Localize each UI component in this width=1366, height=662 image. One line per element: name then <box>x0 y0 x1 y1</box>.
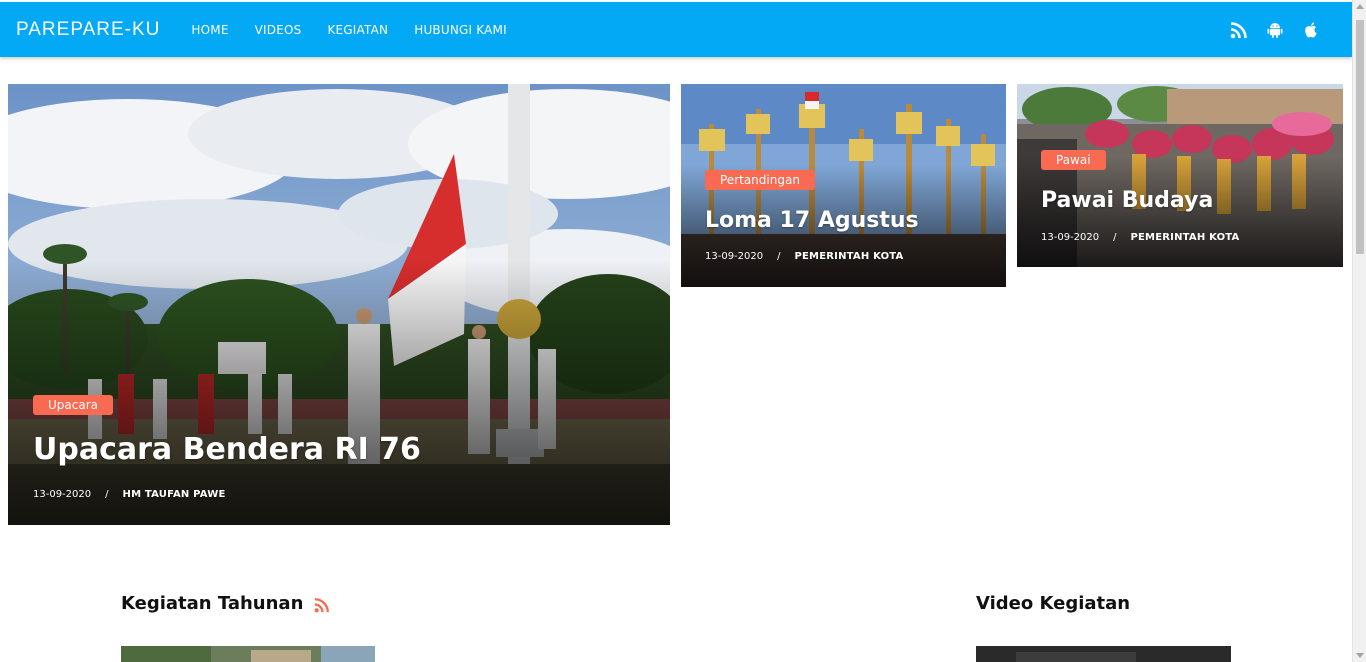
card-title[interactable]: Upacara Bendera RI 76 <box>33 432 421 467</box>
annual-activity-thumbnail[interactable] <box>121 646 375 662</box>
nav-home[interactable]: HOME <box>191 23 228 37</box>
post-author[interactable]: PEMERINTAH KOTA <box>795 251 904 262</box>
meta-separator: / <box>105 489 109 500</box>
card-title[interactable]: Loma 17 Agustus <box>705 208 919 233</box>
scrollbar-thumb[interactable] <box>1356 20 1364 254</box>
post-date: 13-09-2020 <box>33 489 92 500</box>
page-scrollbar[interactable] <box>1352 0 1366 662</box>
rss-icon[interactable] <box>314 597 330 613</box>
card-meta: 13-09-2020 / PEMERINTAH KOTA <box>705 251 903 262</box>
card-meta: 13-09-2020 / HM TAUFAN PAWE <box>33 489 226 500</box>
apple-icon[interactable] <box>1302 21 1320 39</box>
site-brand[interactable]: PAREPARE-KU <box>16 19 160 41</box>
image-overlay <box>8 260 670 525</box>
featured-main-card[interactable]: Upacara Upacara Bendera RI 76 13-09-2020… <box>8 84 670 525</box>
category-tag[interactable]: Upacara <box>33 395 113 415</box>
post-author[interactable]: HM TAUFAN PAWE <box>123 489 226 500</box>
post-author[interactable]: PEMERINTAH KOTA <box>1131 232 1240 243</box>
post-date: 13-09-2020 <box>1041 232 1100 243</box>
category-tag[interactable]: Pertandingan <box>705 170 815 190</box>
video-thumbnail[interactable] <box>976 646 1231 662</box>
nav-videos[interactable]: VIDEOS <box>255 23 302 37</box>
rss-icon[interactable] <box>1230 21 1248 39</box>
post-date: 13-09-2020 <box>705 251 764 262</box>
nav-kegiatan[interactable]: KEGIATAN <box>327 23 388 37</box>
featured-side-card-1[interactable]: Pertandingan Loma 17 Agustus 13-09-2020 … <box>681 84 1006 287</box>
meta-separator: / <box>777 251 781 262</box>
nav-icons <box>1212 2 1320 57</box>
section-title-video-kegiatan: Video Kegiatan <box>976 593 1131 614</box>
card-title[interactable]: Pawai Budaya <box>1041 188 1213 213</box>
section-title-kegiatan-tahunan: Kegiatan Tahunan <box>121 593 304 614</box>
nav-hubungi-kami[interactable]: HUBUNGI KAMI <box>414 23 507 37</box>
android-icon[interactable] <box>1266 21 1284 39</box>
scroll-down-icon[interactable] <box>1356 653 1364 658</box>
scroll-up-icon[interactable] <box>1356 4 1364 9</box>
meta-separator: / <box>1113 232 1117 243</box>
top-navbar: PAREPARE-KU HOME VIDEOS KEGIATAN HUBUNGI… <box>0 2 1352 57</box>
card-meta: 13-09-2020 / PEMERINTAH KOTA <box>1041 232 1239 243</box>
category-tag[interactable]: Pawai <box>1041 150 1106 170</box>
main-menu: HOME VIDEOS KEGIATAN HUBUNGI KAMI <box>178 23 519 37</box>
featured-side-card-2[interactable]: Pawai Pawai Budaya 13-09-2020 / PEMERINT… <box>1017 84 1343 267</box>
